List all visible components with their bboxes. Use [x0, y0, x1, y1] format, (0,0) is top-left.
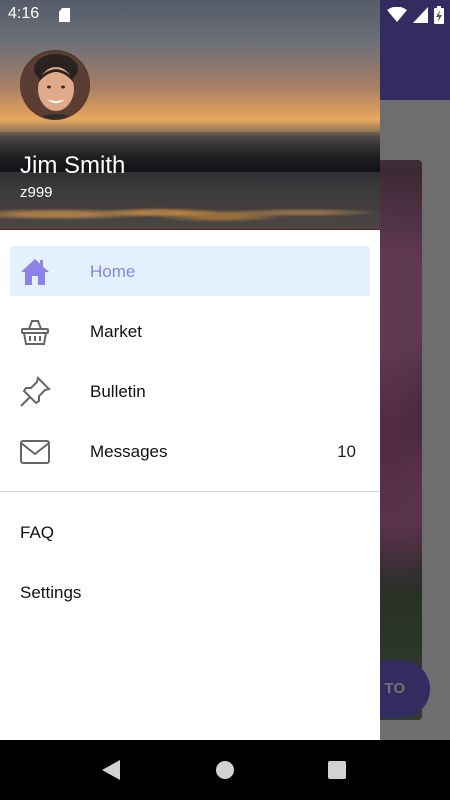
nav-item-label: Messages [90, 442, 168, 461]
mail-icon [18, 436, 52, 468]
menu-item-settings[interactable]: Settings [0, 563, 380, 623]
sd-card-icon [59, 8, 70, 22]
nav-item-market[interactable]: Market [0, 302, 380, 362]
menu-item-label: FAQ [20, 523, 55, 542]
menu-item-label: Settings [20, 583, 82, 602]
navigation-drawer: Jim Smith z999 Home Market Bulletin Mess… [0, 0, 380, 740]
drawer-nav-list: Home Market Bulletin Messages 10 [0, 242, 380, 482]
nav-item-bulletin[interactable]: Bulletin [0, 362, 380, 422]
avatar-photo [21, 51, 89, 119]
messages-count: 10 [337, 442, 356, 461]
menu-item-faq[interactable]: FAQ [0, 503, 380, 563]
basket-icon [18, 316, 52, 348]
pin-icon [18, 376, 52, 408]
user-id: z999 [20, 184, 53, 201]
home-icon [18, 256, 52, 288]
nav-item-label: Market [90, 322, 142, 341]
status-icons [387, 6, 444, 24]
avatar[interactable] [20, 50, 90, 120]
signal-icon [413, 7, 428, 23]
nav-item-label: Home [90, 262, 136, 281]
recents-icon[interactable] [328, 761, 346, 779]
home-button-icon[interactable] [215, 760, 235, 780]
nav-item-messages[interactable]: Messages 10 [0, 422, 380, 482]
back-icon[interactable] [101, 759, 121, 781]
nav-item-home[interactable]: Home [0, 242, 380, 302]
user-name: Jim Smith [20, 152, 126, 179]
battery-charging-icon [434, 6, 444, 24]
status-time: 4:16 [8, 5, 40, 22]
nav-item-label: Bulletin [90, 382, 146, 401]
wifi-icon [387, 7, 407, 22]
drawer-secondary-list: FAQ Settings [0, 503, 380, 623]
divider [0, 491, 380, 492]
system-nav-bar [0, 740, 450, 800]
status-bar: 4:16 [0, 0, 450, 30]
drawer-header: Jim Smith z999 [0, 0, 380, 230]
